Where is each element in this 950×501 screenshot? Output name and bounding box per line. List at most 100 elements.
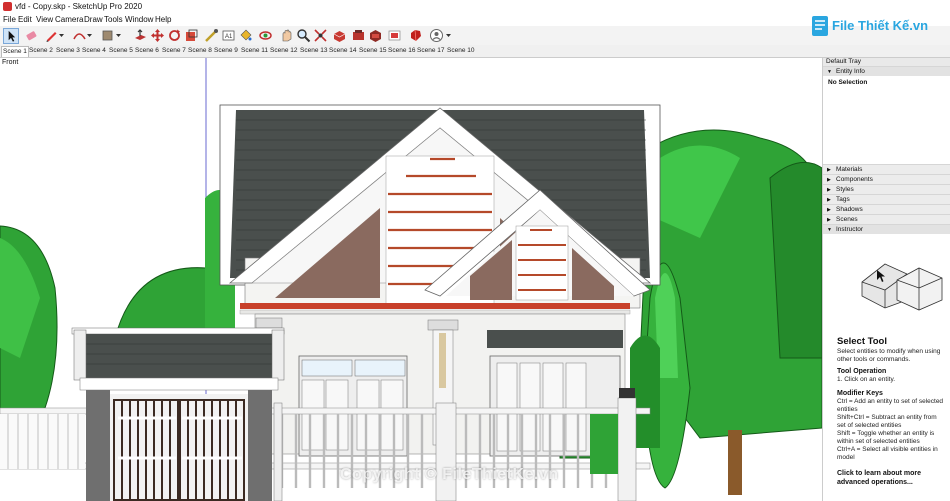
tags-panel-header[interactable]: ▶ Tags: [823, 194, 950, 204]
entity-info-panel-header[interactable]: ▼ Entity Info: [823, 66, 950, 76]
expand-arrow-icon: ▶: [827, 207, 831, 213]
instructor-title: Select Tool: [837, 336, 887, 347]
arc-dropdown-icon[interactable]: [86, 28, 93, 43]
tape-measure-icon[interactable]: [204, 28, 219, 43]
menu-file[interactable]: File: [3, 15, 16, 24]
window-title: vfd - Copy.skp - SketchUp Pro 2020: [15, 2, 143, 11]
pan-icon[interactable]: [279, 28, 294, 43]
scene-tab[interactable]: Scene 6: [134, 46, 160, 56]
instructor-panel-header[interactable]: ▼ Instructor: [823, 224, 950, 234]
modifier-keys-heading: Modifier Keys: [837, 390, 883, 397]
scene-tab[interactable]: Scene 12: [269, 46, 298, 56]
selection-status: No Selection: [828, 79, 868, 86]
tray-title: Default Tray: [823, 58, 950, 66]
menu-edit[interactable]: Edit: [18, 15, 32, 24]
logo-text: File Thiết Kế.vn: [832, 18, 929, 33]
pencil-dropdown-icon[interactable]: [58, 28, 65, 43]
styles-panel-header[interactable]: ▶ Styles: [823, 184, 950, 194]
scene-tab[interactable]: Scene 10: [446, 46, 475, 56]
expand-arrow-icon: ▶: [827, 197, 831, 203]
title-bar: vfd - Copy.skp - SketchUp Pro 2020: [0, 0, 950, 14]
menu-help[interactable]: Help: [155, 15, 171, 24]
learn-more-link[interactable]: Click to learn about more advanced opera…: [837, 469, 942, 487]
panel-label: Instructor: [836, 226, 864, 233]
panel-label: Components: [836, 176, 873, 183]
panel-label: Scenes: [836, 216, 858, 223]
arc-icon[interactable]: [72, 28, 87, 43]
zoom-extents-icon[interactable]: [313, 28, 328, 43]
scene-tab[interactable]: Scene 15: [358, 46, 387, 56]
menu-tools[interactable]: Tools: [104, 15, 123, 24]
window-awning: [487, 330, 623, 348]
account-dropdown-icon[interactable]: [445, 28, 452, 43]
modifier-key-line: Ctrl+A = Select all visible entities in …: [837, 446, 938, 461]
3d-warehouse-icon[interactable]: [332, 28, 347, 43]
text-icon[interactable]: A1: [221, 28, 236, 43]
model-viewport[interactable]: Front: [0, 58, 822, 501]
panel-label: Styles: [836, 186, 854, 193]
scenes-panel-header[interactable]: ▶ Scenes: [823, 214, 950, 224]
layout-icon[interactable]: [368, 28, 383, 43]
menu-camera[interactable]: Camera: [55, 15, 83, 24]
copyright-watermark: Copyright © FileThietKe.vn: [340, 466, 559, 483]
scene-tab[interactable]: Scene 13: [299, 46, 328, 56]
modifier-key-line: Shift = Toggle whether an entity is with…: [837, 430, 935, 445]
modifier-key-line: Ctrl = Add an entity to set of selected …: [837, 398, 944, 413]
menu-draw[interactable]: Draw: [84, 15, 103, 24]
materials-panel-header[interactable]: ▶ Materials: [823, 164, 950, 174]
toolbar: A1: [0, 26, 950, 46]
scene-tab[interactable]: Scene 5: [108, 46, 134, 56]
extension-warehouse-icon[interactable]: [351, 28, 366, 43]
eraser-icon[interactable]: [24, 28, 39, 43]
tool-operation-text: 1. Click on an entity.: [837, 376, 896, 383]
expand-arrow-icon: ▶: [827, 177, 831, 183]
scene-tab[interactable]: Scene 8: [187, 46, 213, 56]
scene-tab[interactable]: Scene 3: [55, 46, 81, 56]
filethietke-logo: File Thiết Kế.vn: [810, 12, 928, 44]
ruby-icon[interactable]: [408, 28, 423, 43]
expand-arrow-icon: ▶: [827, 167, 831, 173]
rectangle-dropdown-icon[interactable]: [115, 28, 122, 43]
orbit-icon[interactable]: [258, 28, 273, 43]
scene-tab[interactable]: Scene 17: [416, 46, 445, 56]
scene-tab[interactable]: Scene 2: [28, 46, 54, 56]
extension-manager-icon[interactable]: [387, 28, 402, 43]
move-icon[interactable]: [150, 28, 165, 43]
shadows-panel-header[interactable]: ▶ Shadows: [823, 204, 950, 214]
red-band: [240, 303, 630, 309]
scene-tab[interactable]: Scene 16: [387, 46, 416, 56]
scale-icon[interactable]: [184, 28, 199, 43]
pencil-icon[interactable]: [44, 28, 59, 43]
push-pull-icon[interactable]: [133, 28, 148, 43]
rectangle-icon[interactable]: [100, 28, 115, 43]
select-icon[interactable]: [3, 28, 19, 44]
rotate-icon[interactable]: [167, 28, 182, 43]
account-icon[interactable]: [429, 28, 444, 43]
menu-view[interactable]: View: [36, 15, 53, 24]
scene-tab[interactable]: Scene 14: [328, 46, 357, 56]
panel-label: Tags: [836, 196, 850, 203]
components-panel-header[interactable]: ▶ Components: [823, 174, 950, 184]
zoom-icon[interactable]: [296, 28, 311, 43]
panel-label: Shadows: [836, 206, 863, 213]
scene-tab[interactable]: Scene 7: [161, 46, 187, 56]
menu-window[interactable]: Window: [125, 15, 153, 24]
default-tray: Default Tray ▼ Entity Info No Selection ▶…: [822, 58, 950, 501]
tool-operation-heading: Tool Operation: [837, 368, 887, 375]
instructor-description: Select entities to modify when using oth…: [837, 348, 941, 363]
house-model-drawing: [0, 58, 822, 501]
entity-info-body: No Selection: [823, 76, 950, 164]
view-label: Front: [2, 59, 19, 66]
modifier-key-line: Shift+Ctrl = Subtract an entity from set…: [837, 414, 937, 429]
panel-label: Materials: [836, 166, 863, 173]
paint-bucket-icon[interactable]: [238, 28, 253, 43]
scene-tabs-bar: Scene 1 Scene 2 Scene 3 Scene 4 Scene 5 …: [0, 45, 950, 58]
entity-info-label: Entity Info: [836, 68, 865, 75]
gate: [71, 327, 285, 501]
scene-tab[interactable]: Scene 1: [1, 46, 29, 57]
expand-arrow-icon: ▶: [827, 187, 831, 193]
scene-tab[interactable]: Scene 9: [213, 46, 239, 56]
scene-tab[interactable]: Scene 4: [81, 46, 107, 56]
collapse-arrow-icon: ▼: [827, 227, 832, 233]
scene-tab[interactable]: Scene 11: [240, 46, 269, 56]
